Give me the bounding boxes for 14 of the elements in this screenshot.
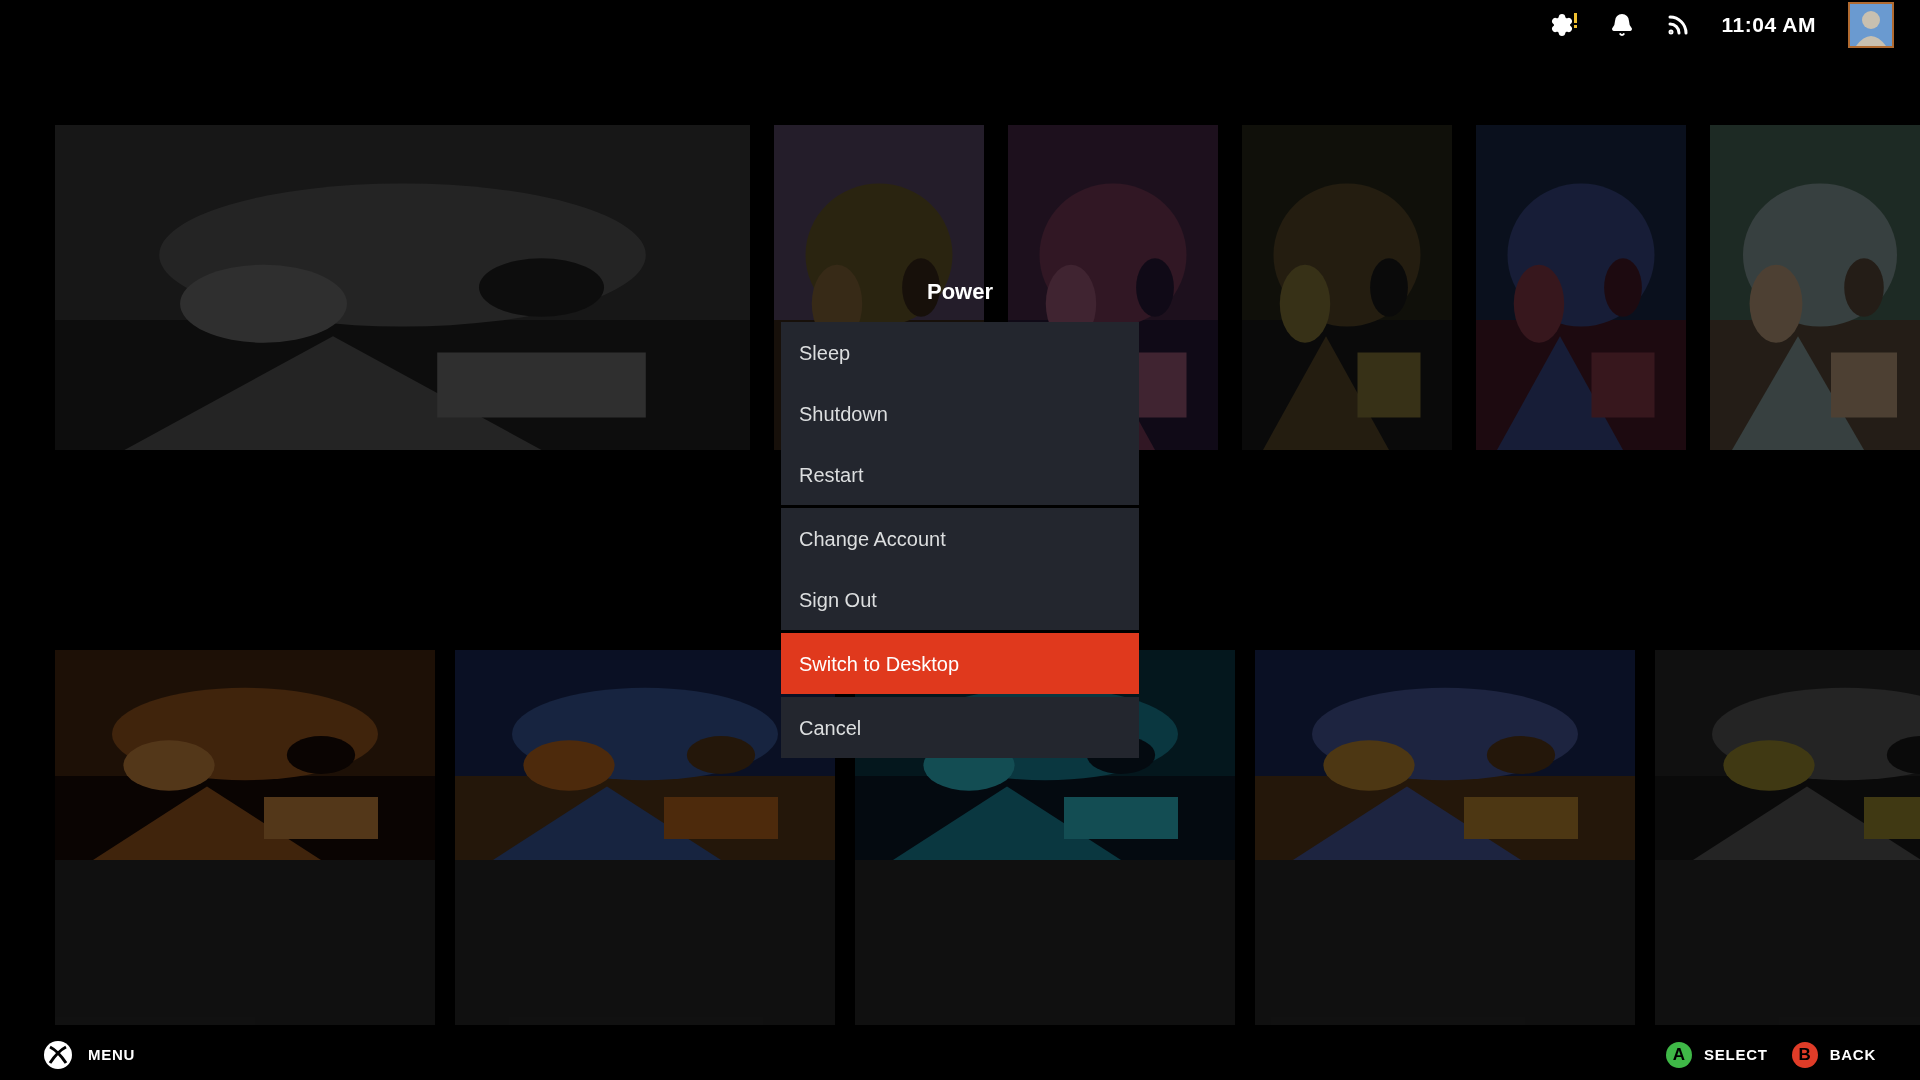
menu-item[interactable]: Switch to Desktop (781, 633, 1139, 694)
menu-item[interactable]: Sleep (781, 322, 1139, 383)
menu-item[interactable]: Sign Out (781, 569, 1139, 630)
action-hint: SELECT (1703, 1044, 1768, 1065)
action-hint: BACK (1829, 1044, 1876, 1065)
menu-item[interactable]: Cancel (781, 697, 1139, 758)
menu-hint: MENU (88, 1044, 136, 1065)
controller-button-icon: B (1791, 1042, 1818, 1068)
menu-item[interactable]: Restart (781, 444, 1139, 505)
clock-time: 11:04 AM (1721, 12, 1816, 39)
menu-item[interactable]: Shutdown (781, 383, 1139, 444)
controller-button-icon: A (1665, 1042, 1692, 1068)
dialog-title: Power (927, 278, 993, 306)
menu-item[interactable]: Change Account (781, 508, 1139, 569)
